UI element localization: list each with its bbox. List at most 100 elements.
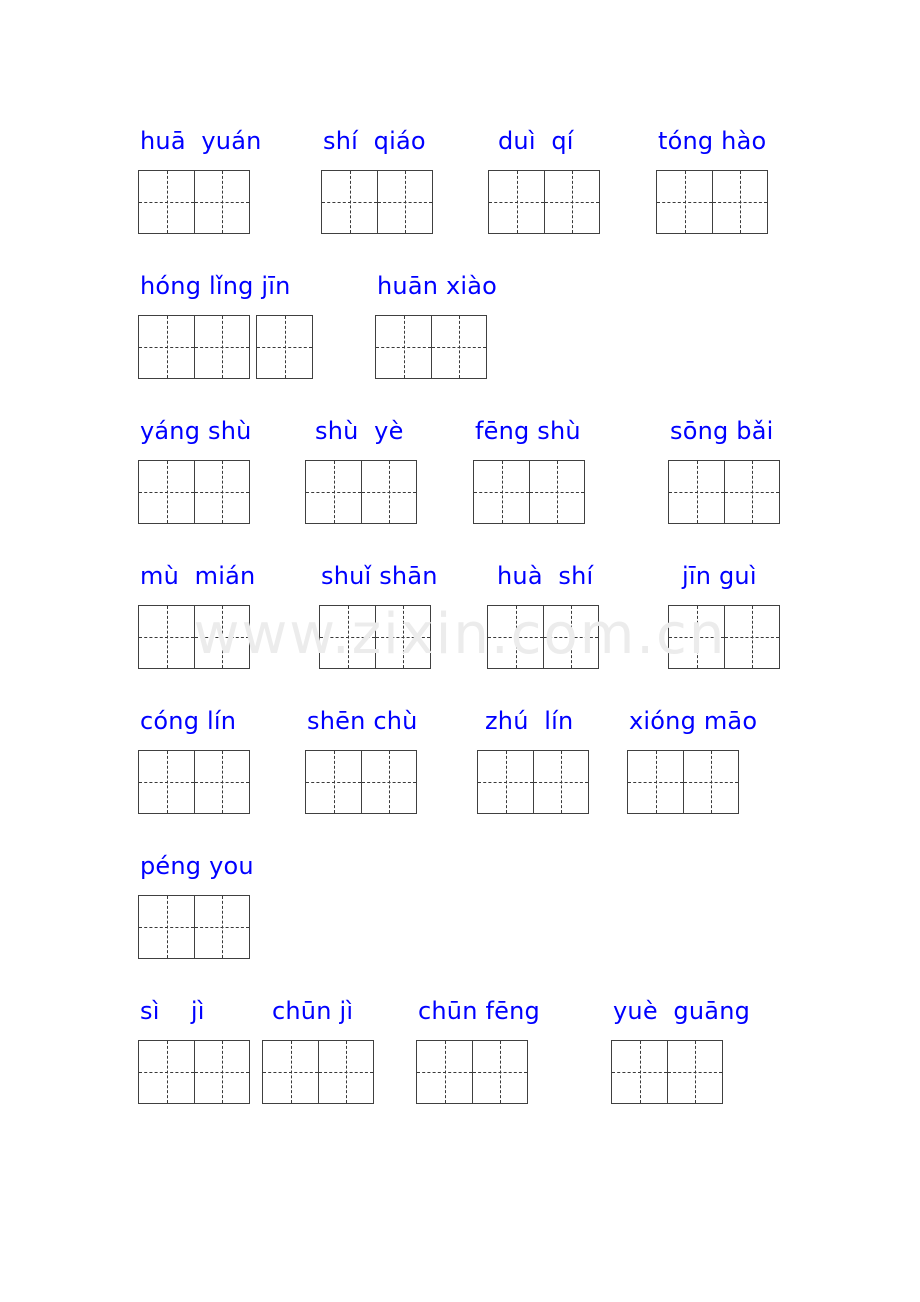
tianzige-cell[interactable] <box>306 461 361 523</box>
tianzige-cell[interactable] <box>257 316 312 378</box>
tianzige-group[interactable] <box>138 170 250 234</box>
tianzige-cell[interactable] <box>667 1041 722 1103</box>
character-grid[interactable] <box>477 750 589 814</box>
pinyin-label: jīn guì <box>682 562 757 590</box>
tianzige-cell[interactable] <box>194 171 249 233</box>
tianzige-group[interactable] <box>668 605 780 669</box>
character-grid[interactable] <box>668 605 780 669</box>
pinyin-label: péng you <box>140 852 254 880</box>
tianzige-group[interactable] <box>262 1040 374 1104</box>
tianzige-cell[interactable] <box>472 1041 527 1103</box>
exercise-item: zhú lín <box>477 706 589 814</box>
tianzige-group[interactable] <box>319 605 431 669</box>
tianzige-group[interactable] <box>138 895 250 959</box>
tianzige-cell[interactable] <box>139 896 194 958</box>
tianzige-cell[interactable] <box>194 461 249 523</box>
tianzige-group[interactable] <box>473 460 585 524</box>
character-grid[interactable] <box>138 1040 250 1104</box>
worksheet-row: hóng lǐng jīn huān xiào <box>138 271 838 395</box>
tianzige-cell[interactable] <box>544 171 599 233</box>
tianzige-cell[interactable] <box>139 316 194 378</box>
tianzige-cell[interactable] <box>320 606 375 668</box>
character-grid[interactable] <box>611 1040 750 1104</box>
tianzige-group[interactable] <box>488 170 600 234</box>
tianzige-cell[interactable] <box>194 1041 249 1103</box>
tianzige-cell[interactable] <box>628 751 683 813</box>
tianzige-cell[interactable] <box>139 461 194 523</box>
tianzige-group[interactable] <box>138 315 250 379</box>
character-grid[interactable] <box>138 895 254 959</box>
tianzige-cell[interactable] <box>139 606 194 668</box>
tianzige-cell[interactable] <box>263 1041 318 1103</box>
tianzige-cell[interactable] <box>377 171 432 233</box>
tianzige-group[interactable] <box>138 750 250 814</box>
character-grid[interactable] <box>138 460 252 524</box>
tianzige-group[interactable] <box>477 750 589 814</box>
tianzige-group[interactable] <box>627 750 739 814</box>
tianzige-cell[interactable] <box>712 171 767 233</box>
tianzige-cell[interactable] <box>657 171 712 233</box>
pinyin-label: huān xiào <box>377 272 498 300</box>
character-grid[interactable] <box>375 315 497 379</box>
tianzige-group[interactable] <box>138 605 250 669</box>
tianzige-group[interactable] <box>487 605 599 669</box>
tianzige-cell[interactable] <box>612 1041 667 1103</box>
tianzige-cell[interactable] <box>417 1041 472 1103</box>
tianzige-cell[interactable] <box>194 751 249 813</box>
character-grid[interactable] <box>321 170 433 234</box>
pinyin-label: chūn fēng <box>418 997 540 1025</box>
tianzige-group[interactable] <box>656 170 768 234</box>
character-grid[interactable] <box>473 460 585 524</box>
tianzige-cell[interactable] <box>683 751 738 813</box>
character-grid[interactable] <box>305 750 418 814</box>
tianzige-group[interactable] <box>416 1040 528 1104</box>
tianzige-group[interactable] <box>138 1040 250 1104</box>
tianzige-group[interactable] <box>305 750 417 814</box>
tianzige-cell[interactable] <box>139 171 194 233</box>
tianzige-cell[interactable] <box>533 751 588 813</box>
tianzige-cell[interactable] <box>669 606 724 668</box>
character-grid[interactable] <box>138 750 250 814</box>
tianzige-cell[interactable] <box>488 606 543 668</box>
tianzige-cell[interactable] <box>431 316 486 378</box>
tianzige-cell[interactable] <box>322 171 377 233</box>
character-grid[interactable] <box>627 750 757 814</box>
character-grid[interactable] <box>138 315 313 379</box>
tianzige-cell[interactable] <box>361 461 416 523</box>
tianzige-group[interactable] <box>375 315 487 379</box>
tianzige-group[interactable] <box>321 170 433 234</box>
tianzige-cell[interactable] <box>194 606 249 668</box>
tianzige-cell[interactable] <box>543 606 598 668</box>
character-grid[interactable] <box>487 605 599 669</box>
tianzige-cell[interactable] <box>139 1041 194 1103</box>
tianzige-group[interactable] <box>668 460 780 524</box>
tianzige-cell[interactable] <box>306 751 361 813</box>
tianzige-group[interactable] <box>305 460 417 524</box>
tianzige-cell[interactable] <box>376 316 431 378</box>
character-grid[interactable] <box>488 170 600 234</box>
tianzige-cell[interactable] <box>669 461 724 523</box>
tianzige-cell[interactable] <box>361 751 416 813</box>
tianzige-cell[interactable] <box>375 606 430 668</box>
tianzige-group[interactable] <box>256 315 313 379</box>
character-grid[interactable] <box>305 460 417 524</box>
tianzige-cell[interactable] <box>194 896 249 958</box>
character-grid[interactable] <box>668 460 780 524</box>
tianzige-cell[interactable] <box>474 461 529 523</box>
tianzige-cell[interactable] <box>489 171 544 233</box>
character-grid[interactable] <box>416 1040 540 1104</box>
character-grid[interactable] <box>138 170 262 234</box>
character-grid[interactable] <box>262 1040 374 1104</box>
tianzige-cell[interactable] <box>194 316 249 378</box>
tianzige-group[interactable] <box>138 460 250 524</box>
tianzige-cell[interactable] <box>529 461 584 523</box>
tianzige-cell[interactable] <box>478 751 533 813</box>
tianzige-cell[interactable] <box>724 461 779 523</box>
tianzige-cell[interactable] <box>318 1041 373 1103</box>
tianzige-cell[interactable] <box>724 606 779 668</box>
character-grid[interactable] <box>319 605 438 669</box>
tianzige-cell[interactable] <box>139 751 194 813</box>
character-grid[interactable] <box>656 170 768 234</box>
character-grid[interactable] <box>138 605 255 669</box>
tianzige-group[interactable] <box>611 1040 723 1104</box>
